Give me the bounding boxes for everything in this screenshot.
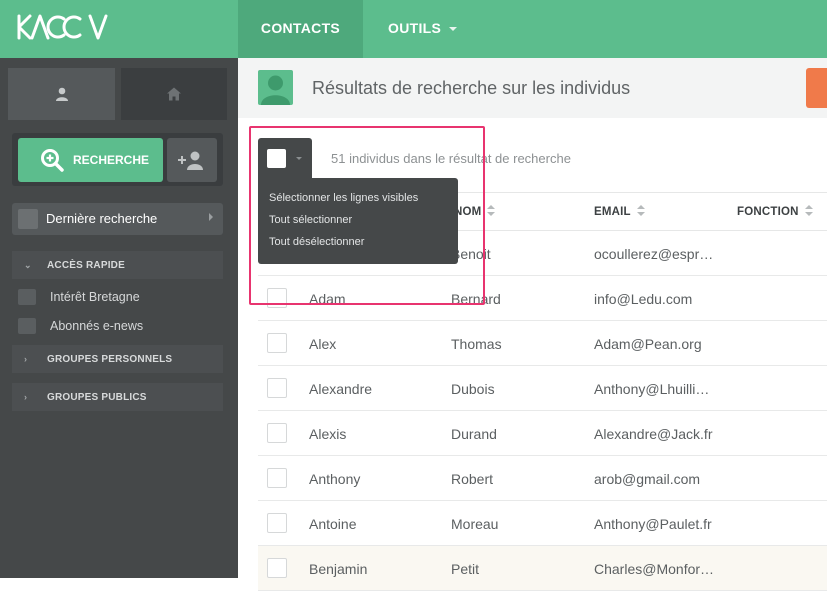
tab-structures[interactable] bbox=[121, 68, 227, 120]
cell-nom: Petit bbox=[451, 561, 480, 577]
user-icon bbox=[261, 75, 290, 105]
page-header: Résultats de recherche sur les individus bbox=[238, 58, 827, 118]
top-navbar: CONTACTS OUTILS bbox=[0, 0, 827, 58]
sidebar-item-label: Intérêt Bretagne bbox=[50, 290, 140, 304]
folder-icon bbox=[18, 289, 36, 305]
row-checkbox[interactable] bbox=[267, 378, 287, 398]
quick-access-label: ACCÈS RAPIDE bbox=[47, 260, 125, 271]
cell-email: Charles@Monfor… bbox=[594, 561, 715, 577]
column-email-header[interactable]: EMAIL bbox=[594, 205, 645, 218]
search-icon bbox=[18, 209, 38, 229]
cell-prenom: Antoine bbox=[309, 516, 357, 532]
table-row[interactable]: Benjamin Petit Charles@Monfor… bbox=[258, 546, 827, 591]
column-label: FONCTION bbox=[737, 206, 799, 218]
search-button-label: RECHERCHE bbox=[73, 153, 150, 167]
chevron-down-icon bbox=[449, 27, 458, 32]
user-icon bbox=[55, 87, 68, 101]
chevron-right-icon bbox=[209, 213, 213, 221]
cell-email: ocoullerez@espr… bbox=[594, 246, 714, 262]
add-user-icon bbox=[178, 151, 203, 170]
home-icon bbox=[167, 87, 181, 101]
personal-groups-header[interactable]: › GROUPES PERSONNELS bbox=[12, 345, 223, 373]
personal-groups-label: GROUPES PERSONNELS bbox=[47, 354, 173, 365]
chevron-right-icon: › bbox=[24, 354, 28, 364]
cell-prenom: Anthony bbox=[309, 471, 361, 487]
sort-icon bbox=[636, 205, 645, 216]
nav-outils-label: OUTILS bbox=[388, 20, 442, 36]
cell-prenom: Benjamin bbox=[309, 561, 368, 577]
table-row[interactable]: Alexandre Dubois Anthony@Lhuilli… bbox=[258, 366, 827, 411]
search-button[interactable]: RECHERCHE bbox=[18, 138, 163, 182]
nav-outils[interactable]: OUTILS bbox=[388, 0, 458, 58]
cell-nom: Dubois bbox=[451, 381, 495, 397]
page-title: Résultats de recherche sur les individus bbox=[312, 78, 631, 98]
last-search-button[interactable]: Dernière recherche bbox=[12, 203, 223, 235]
table-row[interactable]: Antoine Moreau Anthony@Paulet.fr bbox=[258, 501, 827, 546]
table-row[interactable]: Alex Thomas Adam@Pean.org bbox=[258, 321, 827, 366]
cell-email: Anthony@Lhuilli… bbox=[594, 381, 710, 397]
quick-access-header[interactable]: ⌄ ACCÈS RAPIDE bbox=[12, 251, 223, 279]
column-fonction-header[interactable]: FONCTION bbox=[737, 205, 813, 218]
highlight-box bbox=[249, 126, 485, 305]
row-checkbox[interactable] bbox=[267, 513, 287, 533]
last-search-label: Dernière recherche bbox=[46, 211, 158, 226]
public-groups-header[interactable]: › GROUPES PUBLICS bbox=[12, 383, 223, 411]
column-label: EMAIL bbox=[594, 206, 631, 218]
cell-email: Alexandre@Jack.fr bbox=[594, 426, 713, 442]
cell-nom: Robert bbox=[451, 471, 494, 487]
cell-prenom: Alex bbox=[309, 336, 337, 352]
row-checkbox[interactable] bbox=[267, 423, 287, 443]
search-plus-icon bbox=[41, 149, 64, 172]
public-groups-label: GROUPES PUBLICS bbox=[47, 392, 147, 403]
row-checkbox[interactable] bbox=[267, 468, 287, 488]
search-actions: RECHERCHE bbox=[12, 133, 223, 186]
row-checkbox[interactable] bbox=[267, 333, 287, 353]
cell-nom: Moreau bbox=[451, 516, 499, 532]
sidebar-item-label: Abonnés e-news bbox=[50, 319, 144, 333]
add-contact-button[interactable] bbox=[167, 138, 217, 182]
kacca-logo[interactable] bbox=[16, 12, 111, 42]
folder-icon bbox=[18, 318, 36, 334]
cell-email: arob@gmail.com bbox=[594, 471, 701, 487]
sort-icon bbox=[487, 205, 496, 216]
sort-icon bbox=[804, 205, 813, 216]
tab-individus[interactable] bbox=[8, 68, 115, 120]
table-row[interactable]: Alexis Durand Alexandre@Jack.fr bbox=[258, 411, 827, 456]
cell-nom: Durand bbox=[451, 426, 497, 442]
cell-email: info@Ledu.com bbox=[594, 291, 693, 307]
cell-email: Adam@Pean.org bbox=[594, 336, 702, 352]
sidebar: RECHERCHE Dernière recherche ⌄ ACCÈS RAP… bbox=[0, 58, 238, 578]
row-checkbox[interactable] bbox=[267, 558, 287, 578]
cell-nom: Thomas bbox=[451, 336, 502, 352]
export-button[interactable] bbox=[806, 68, 827, 108]
table-row[interactable]: Anthony Robert arob@gmail.com bbox=[258, 456, 827, 501]
chevron-right-icon: › bbox=[24, 392, 28, 402]
cell-email: Anthony@Paulet.fr bbox=[594, 516, 712, 532]
nav-contacts[interactable]: CONTACTS bbox=[238, 0, 363, 58]
avatar bbox=[258, 70, 293, 105]
cell-prenom: Alexandre bbox=[309, 381, 373, 397]
cell-prenom: Alexis bbox=[309, 426, 347, 442]
chevron-down-icon: ⌄ bbox=[24, 260, 32, 270]
